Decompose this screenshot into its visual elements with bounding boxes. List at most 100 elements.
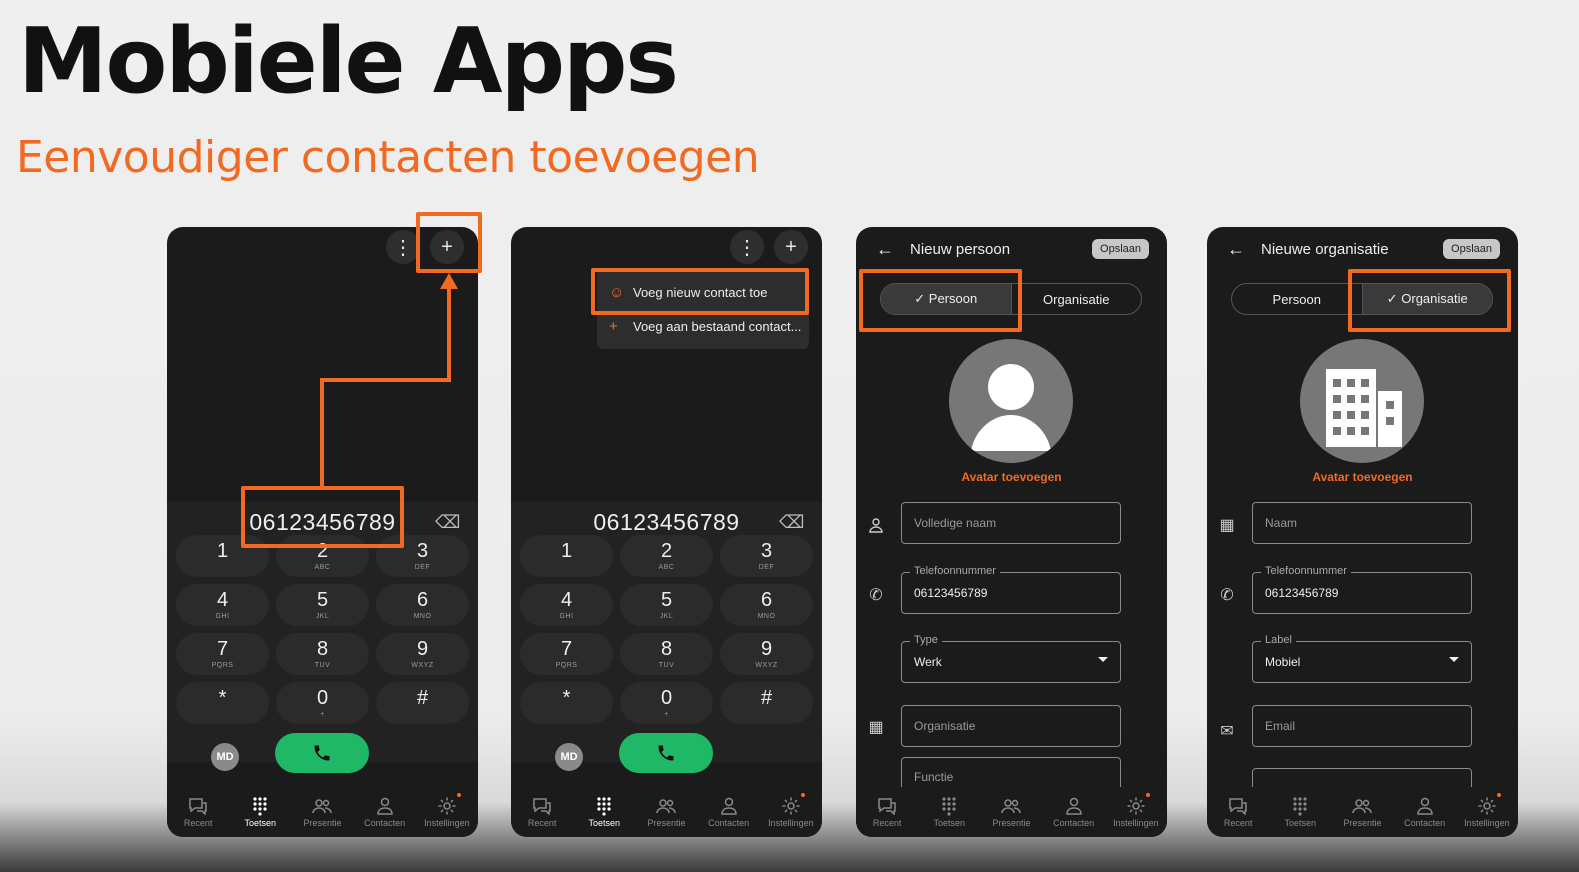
dialpad-key[interactable]: # (720, 682, 813, 724)
back-arrow-icon[interactable]: ← (876, 239, 910, 260)
bottom-nav: Recent Toetsen Presentie Contacten Instellin… (1207, 787, 1518, 837)
dialpad-key[interactable]: * (176, 682, 269, 724)
person-avatar-icon[interactable] (949, 339, 1073, 463)
phone-number-field[interactable]: Telefoonnummer 06123456789 (901, 565, 1121, 614)
nav-item-recent[interactable]: Recent (1208, 795, 1268, 828)
gear-icon (437, 795, 457, 817)
bottom-nav: Recent Toetsen Presentie Contacten Instellin… (167, 787, 478, 837)
full-name-field[interactable]: Volledige naam (901, 502, 1121, 544)
dialpad-key[interactable]: 5 JKL (620, 584, 713, 626)
nav-item-contacten[interactable]: Contacten (699, 795, 759, 828)
dialpad-keys: 1 2 ABC 3 DEF 4 GHI 5 JKL 6 MNO 7 PQRS 8 TUV 9 WXYZ * 0 + # (520, 535, 814, 724)
dialpad-key[interactable]: 2 ABC (620, 535, 713, 577)
person-icon (866, 515, 886, 535)
nav-item-contacten[interactable]: Contacten (355, 795, 415, 828)
phone-icon (658, 745, 674, 761)
dialpad-key[interactable]: * (520, 682, 613, 724)
label-select[interactable]: Label Mobiel (1252, 634, 1472, 683)
contact-icon (1416, 795, 1433, 817)
annotation-arrow-line (447, 288, 451, 382)
nav-item-contacten[interactable]: Contacten (1395, 795, 1455, 828)
gear-icon (1126, 795, 1146, 817)
dialpad-key[interactable]: 9 WXYZ (720, 633, 813, 675)
contact-icon (1065, 795, 1082, 817)
dialpad-key[interactable]: 0 + (620, 682, 713, 724)
organization-field[interactable]: Organisatie (901, 705, 1121, 747)
nav-item-presentie[interactable]: Presentie (1332, 795, 1392, 828)
building-icon: ▦ (868, 719, 884, 736)
dialpad-key[interactable]: 4 GHI (176, 584, 269, 626)
add-avatar-link[interactable]: Avatar toevoegen (1207, 470, 1518, 484)
dialpad-key[interactable]: 6 MNO (376, 584, 469, 626)
nav-item-recent[interactable]: Recent (168, 795, 228, 828)
highlight-dialed-number (241, 486, 404, 548)
form-title: Nieuw persoon (910, 240, 1011, 258)
gear-icon (781, 795, 801, 817)
dialpad-key[interactable]: 4 GHI (520, 584, 613, 626)
dialpad-key[interactable]: 8 TUV (276, 633, 369, 675)
contact-icon (376, 795, 393, 817)
highlight-plus-button (416, 212, 482, 273)
email-field[interactable]: Email (1252, 705, 1472, 747)
nav-item-presentie[interactable]: Presentie (292, 795, 352, 828)
tab-persoon[interactable]: Persoon (1232, 284, 1362, 314)
tab-organisatie[interactable]: Organisatie (1010, 284, 1142, 314)
dialpad-key[interactable]: 8 TUV (620, 633, 713, 675)
building-icon: ▦ (1219, 517, 1235, 534)
nav-item-recent[interactable]: Recent (512, 795, 572, 828)
chat-icon (1228, 795, 1248, 817)
dialpad-key[interactable]: 9 WXYZ (376, 633, 469, 675)
dialpad-keys: 1 2 ABC 3 DEF 4 GHI 5 JKL 6 MNO 7 PQRS 8 TUV 9 WXYZ * 0 + # (176, 535, 470, 724)
nav-item-toetsen[interactable]: Toetsen (230, 795, 290, 828)
slide-title: Mobiele Apps (18, 9, 679, 114)
nav-item-presentie[interactable]: Presentie (636, 795, 696, 828)
nav-item-instellingen[interactable]: Instellingen (417, 793, 477, 828)
nav-item-instellingen[interactable]: Instellingen (1106, 793, 1166, 828)
call-button[interactable] (619, 733, 713, 773)
call-button[interactable] (275, 733, 369, 773)
phone-number-field[interactable]: Telefoonnummer 06123456789 (1252, 565, 1472, 614)
add-contact-plus-icon[interactable]: + (774, 230, 808, 264)
backspace-icon[interactable]: ⌫ (435, 512, 460, 533)
presence-icon (312, 795, 333, 817)
user-avatar[interactable]: MD (211, 743, 239, 771)
save-button[interactable]: Opslaan (1443, 239, 1500, 259)
plus-icon: + (609, 317, 618, 335)
user-avatar[interactable]: MD (555, 743, 583, 771)
presence-icon (1001, 795, 1022, 817)
chat-icon (188, 795, 208, 817)
nav-item-recent[interactable]: Recent (857, 795, 917, 828)
nav-item-toetsen[interactable]: Toetsen (1270, 795, 1330, 828)
more-options-icon[interactable]: ⋮ (386, 230, 420, 264)
dialpad-key[interactable]: # (376, 682, 469, 724)
nav-item-instellingen[interactable]: Instellingen (761, 793, 821, 828)
dialpad-key[interactable]: 0 + (276, 682, 369, 724)
phone-icon: ✆ (1220, 587, 1234, 604)
phone-icon (314, 745, 330, 761)
more-options-icon[interactable]: ⋮ (730, 230, 764, 264)
dialpad-key[interactable]: 1 (520, 535, 613, 577)
nav-item-contacten[interactable]: Contacten (1044, 795, 1104, 828)
nav-item-toetsen[interactable]: Toetsen (574, 795, 634, 828)
form-header: ← Nieuw persoon Opslaan (856, 235, 1167, 263)
dialpad-key[interactable]: 7 PQRS (520, 633, 613, 675)
name-field[interactable]: Naam (1252, 502, 1472, 544)
dialpad-key[interactable]: 6 MNO (720, 584, 813, 626)
organization-avatar-icon[interactable] (1300, 339, 1424, 463)
dialpad-key[interactable]: 7 PQRS (176, 633, 269, 675)
save-button[interactable]: Opslaan (1092, 239, 1149, 259)
add-avatar-link[interactable]: Avatar toevoegen (856, 470, 1167, 484)
nav-item-instellingen[interactable]: Instellingen (1457, 793, 1517, 828)
nav-item-presentie[interactable]: Presentie (981, 795, 1041, 828)
nav-item-toetsen[interactable]: Toetsen (919, 795, 979, 828)
dialpad-key[interactable]: 3 DEF (720, 535, 813, 577)
chat-icon (532, 795, 552, 817)
highlight-tab-persoon (859, 269, 1022, 332)
backspace-icon[interactable]: ⌫ (779, 512, 804, 533)
back-arrow-icon[interactable]: ← (1227, 239, 1261, 260)
form-title: Nieuwe organisatie (1261, 240, 1389, 258)
annotation-arrowhead (440, 273, 458, 289)
type-select[interactable]: Type Werk (901, 634, 1121, 683)
dialpad-key[interactable]: 5 JKL (276, 584, 369, 626)
email-icon: ✉ (1220, 723, 1234, 740)
